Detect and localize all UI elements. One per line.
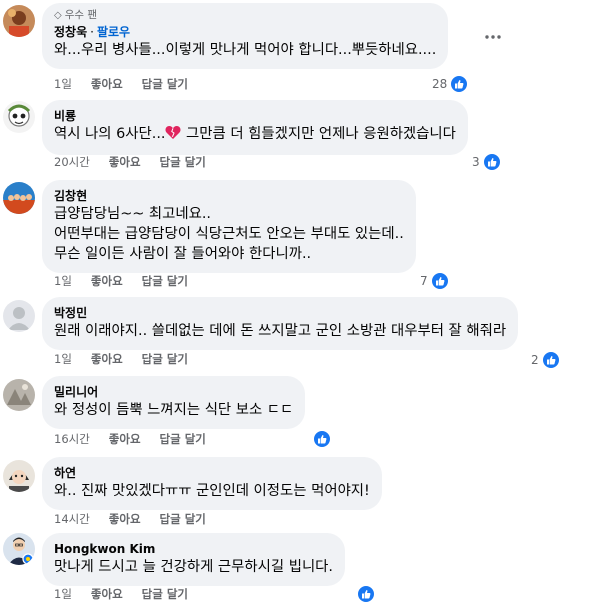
comment-time[interactable]: 1일 [54, 274, 72, 288]
diamond-icon: ◇ [54, 10, 62, 21]
like-button[interactable]: 좋아요 [109, 512, 141, 526]
like-thumb-icon [482, 153, 501, 171]
comment-meta: 14시간 좋아요 답글 달기 [54, 512, 225, 526]
top-fan-badge: ◇ 우수 팬 [54, 9, 436, 22]
comment-time[interactable]: 16시간 [54, 432, 90, 446]
reaction-summary[interactable]: 28 [432, 75, 469, 93]
like-button[interactable]: 좋아요 [91, 352, 123, 366]
avatar[interactable] [3, 5, 35, 37]
comment-text: 역시 나의 6사단... 그만큼 더 힘들겠지만 언제나 응원하겠습니다 [54, 124, 456, 146]
avatar[interactable] [3, 460, 35, 492]
commenter-name[interactable]: 밀리니어 [54, 384, 293, 400]
like-button[interactable]: 좋아요 [91, 77, 123, 91]
commenter-name[interactable]: 비룡 [54, 108, 456, 124]
commenter-name[interactable]: 박정민 [54, 305, 506, 321]
separator-dot: · [90, 25, 94, 39]
reply-button[interactable]: 답글 달기 [142, 77, 188, 91]
comment-text: 와.. 진짜 맛있겠다ㅠㅠ 군인인데 이정도는 먹어야지! [54, 483, 370, 499]
like-button[interactable]: 좋아요 [91, 274, 123, 288]
comment-line-2: 어떤부대는 급양담당이 식당근처도 안오는 부대도 있는데.. [54, 226, 404, 242]
reply-button[interactable]: 답글 달기 [160, 512, 206, 526]
avatar[interactable] [3, 101, 35, 133]
comment-time[interactable]: 20시간 [54, 155, 90, 169]
commenter-name[interactable]: Hongkwon Kim [54, 541, 333, 557]
like-thumb-icon [450, 75, 469, 93]
comment-text: 원래 이래야지.. 쓸데없는 데에 돈 쓰지말고 군인 소방관 대우부터 잘 해… [54, 323, 507, 339]
comment-meta: 16시간 좋아요 답글 달기 [54, 432, 225, 446]
comment-meta: 1일 좋아요 답글 달기 [54, 352, 207, 366]
avatar[interactable] [3, 533, 35, 565]
comment-text: 와...우리 병사들...이렇게 맛나게 먹어야 합니다...뿌듯하네요.... [54, 42, 437, 58]
avatar[interactable] [3, 300, 35, 332]
commenter-name[interactable]: 하연 [54, 465, 370, 481]
comment-bubble: ◇ 우수 팬 정창욱 · 팔로우 와...우리 병사들...이렇게 맛나게 먹어야 합… [42, 3, 449, 69]
comment-meta: 1일 좋아요 답글 달기 [54, 274, 207, 288]
comment-time[interactable]: 1일 [54, 587, 72, 601]
comment-bubble: Hongkwon Kim 맛나게 드시고 늘 건강하게 근무하시길 빕니다. [42, 533, 345, 586]
comment-meta: 1일 좋아요 답글 달기 [54, 587, 207, 601]
comment-time[interactable]: 1일 [54, 77, 72, 91]
comment-bubble: 김창현 급양담당님~~ 최고네요.. 어떤부대는 급양담당이 식당근처도 안오는… [42, 180, 416, 273]
commenter-name[interactable]: 김창현 [54, 188, 404, 204]
like-thumb-icon [430, 272, 449, 290]
reaction-count: 3 [472, 155, 480, 169]
comment-text: 맛나게 드시고 늘 건강하게 근무하시길 빕니다. [54, 559, 333, 575]
reply-button[interactable]: 답글 달기 [160, 432, 206, 446]
reply-button[interactable]: 답글 달기 [142, 587, 188, 601]
comment-text-part: 그만큼 더 힘들겠지만 언제나 응원하겠습니다 [181, 126, 456, 142]
reaction-summary[interactable]: 3 [472, 153, 501, 171]
reply-button[interactable]: 답글 달기 [142, 274, 188, 288]
comment-bubble: 밀리니어 와 정성이 듬뿍 느껴지는 식단 보소 ㄷㄷ [42, 376, 306, 429]
commenter-name: 정창욱 · 팔로우 [54, 24, 436, 40]
like-button[interactable]: 좋아요 [91, 587, 123, 601]
like-button[interactable]: 좋아요 [109, 155, 141, 169]
comment-bubble: 박정민 원래 이래야지.. 쓸데없는 데에 돈 쓰지말고 군인 소방관 대우부터… [42, 297, 519, 350]
reaction-summary[interactable] [354, 585, 375, 603]
reaction-count: 2 [531, 353, 539, 367]
comment-bubble: 비룡 역시 나의 6사단... 그만큼 더 힘들겠지만 언제나 응원하겠습니다 [42, 100, 468, 155]
follow-button[interactable]: 팔로우 [97, 25, 130, 39]
like-thumb-icon [357, 585, 375, 603]
reaction-summary[interactable]: 7 [420, 272, 449, 290]
comment-meta: 20시간 좋아요 답글 달기 [54, 155, 225, 169]
comment-line-1: 급양담당님~~ 최고네요.. [54, 206, 211, 222]
badge-label: 우수 팬 [64, 9, 98, 21]
comment-line-3: 무슨 일이든 사람이 잘 들어와야 한다니까.. [54, 246, 312, 262]
like-thumb-icon [313, 430, 331, 448]
avatar[interactable] [3, 379, 35, 411]
more-options-button[interactable] [481, 29, 505, 45]
reaction-count: 28 [432, 77, 448, 91]
comment-time[interactable]: 1일 [54, 352, 72, 366]
commenter-name-text[interactable]: 정창욱 [54, 25, 87, 39]
avatar[interactable] [3, 182, 35, 214]
reaction-summary[interactable] [310, 430, 331, 448]
like-button[interactable]: 좋아요 [109, 432, 141, 446]
broken-heart-emoji [165, 125, 181, 146]
like-thumb-icon [541, 351, 560, 369]
reply-button[interactable]: 답글 달기 [160, 155, 206, 169]
more-horizontal-icon [485, 35, 501, 39]
comment-text-part: 역시 나의 6사단... [54, 126, 166, 142]
reply-button[interactable]: 답글 달기 [142, 352, 188, 366]
reaction-summary[interactable]: 2 [531, 351, 560, 369]
comment-bubble: 하연 와.. 진짜 맛있겠다ㅠㅠ 군인인데 이정도는 먹어야지! [42, 457, 382, 510]
comment-text: 와 정성이 듬뿍 느껴지는 식단 보소 ㄷㄷ [54, 402, 294, 418]
comment-time[interactable]: 14시간 [54, 512, 90, 526]
reaction-count: 7 [420, 274, 428, 288]
comment-meta: 1일 좋아요 답글 달기 [54, 77, 207, 91]
